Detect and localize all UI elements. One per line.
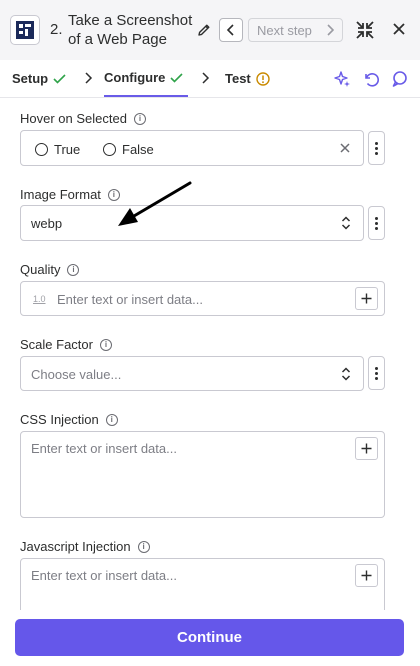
app-logo-icon [16, 21, 34, 39]
radio-circle-icon [103, 143, 116, 156]
image-format-label: Image Format i [20, 187, 120, 202]
javascript-injection-insert-data-button[interactable] [355, 564, 378, 587]
close-icon[interactable] [392, 22, 406, 36]
comment-icon[interactable] [391, 70, 409, 88]
step-tabs: Setup Configure Test [0, 60, 420, 98]
quality-insert-data-button[interactable] [355, 287, 378, 310]
chevron-right-icon [202, 72, 210, 84]
tab-test-label: Test [225, 71, 251, 86]
javascript-injection-placeholder: Enter text or insert data... [31, 568, 177, 583]
next-step-label: Next step [257, 22, 312, 38]
image-format-select[interactable]: webp [20, 205, 364, 241]
step-header: 2. Take a Screenshot of a Web Page Next … [0, 0, 420, 60]
css-injection-placeholder: Enter text or insert data... [31, 441, 177, 456]
continue-button[interactable]: Continue [15, 619, 404, 656]
scale-factor-label-text: Scale Factor [20, 337, 93, 352]
hover-on-selected-more-button[interactable] [368, 131, 385, 165]
info-icon[interactable]: i [137, 540, 150, 553]
quality-label: Quality i [20, 262, 80, 277]
css-injection-insert-data-button[interactable] [355, 437, 378, 460]
step-number: 2. [50, 21, 63, 38]
hover-on-selected-label-text: Hover on Selected [20, 111, 127, 126]
info-icon[interactable]: i [107, 188, 120, 201]
radio-true[interactable]: True [35, 142, 80, 157]
quality-placeholder: Enter text or insert data... [57, 292, 203, 307]
hover-on-selected-field: True False [20, 130, 364, 166]
plus-icon [361, 293, 372, 304]
app-logo [10, 15, 40, 45]
scale-factor-select[interactable]: Choose value... [20, 356, 364, 391]
chevron-left-icon [226, 24, 234, 36]
check-icon [170, 72, 183, 83]
tab-configure-label: Configure [104, 70, 166, 85]
info-icon[interactable]: i [99, 338, 112, 351]
tab-test[interactable]: Test [225, 60, 270, 97]
chevron-right-icon [327, 24, 334, 36]
image-format-value: webp [31, 216, 63, 231]
css-injection-label-text: CSS Injection [20, 412, 99, 427]
radio-circle-icon [35, 143, 48, 156]
select-updown-icon [341, 216, 351, 230]
plus-icon [361, 570, 372, 581]
quality-input[interactable]: 1.0 Enter text or insert data... [20, 281, 385, 316]
warning-icon [256, 71, 270, 86]
image-format-more-button[interactable] [368, 206, 385, 240]
plus-icon [361, 443, 372, 454]
radio-true-label: True [54, 142, 81, 157]
info-icon[interactable]: i [105, 413, 118, 426]
radio-false-label: False [122, 142, 154, 157]
tab-configure[interactable]: Configure [104, 60, 188, 97]
step-title: Take a Screenshot of a Web Page [68, 12, 193, 48]
chevron-right-icon [85, 72, 93, 84]
tab-setup-label: Setup [12, 71, 49, 86]
ai-sparkle-icon[interactable] [333, 70, 351, 88]
select-updown-icon [341, 367, 351, 381]
quality-label-text: Quality [20, 262, 61, 277]
tab-setup[interactable]: Setup [12, 60, 66, 97]
edit-title-pencil-icon[interactable] [196, 22, 212, 38]
footer: Continue [0, 610, 420, 666]
next-step-button[interactable]: Next step [248, 18, 343, 42]
scale-factor-more-button[interactable] [368, 356, 385, 390]
scale-factor-label: Scale Factor i [20, 337, 112, 352]
css-injection-textarea[interactable]: Enter text or insert data... [20, 431, 385, 518]
javascript-injection-label: Javascript Injection i [20, 539, 150, 554]
hover-on-selected-label: Hover on Selected i [20, 111, 146, 126]
radio-false[interactable]: False [103, 142, 154, 157]
clear-selection-icon[interactable] [339, 142, 351, 154]
quality-number-hint: 1.0 [33, 294, 46, 304]
info-icon[interactable]: i [67, 263, 80, 276]
check-icon [53, 73, 66, 84]
image-format-label-text: Image Format [20, 187, 101, 202]
undo-icon[interactable] [362, 70, 380, 88]
scale-factor-placeholder: Choose value... [31, 367, 122, 382]
javascript-injection-label-text: Javascript Injection [20, 539, 131, 554]
previous-step-button[interactable] [219, 18, 243, 42]
info-icon[interactable]: i [133, 112, 146, 125]
collapse-panel-icon[interactable] [355, 20, 375, 40]
css-injection-label: CSS Injection i [20, 412, 118, 427]
